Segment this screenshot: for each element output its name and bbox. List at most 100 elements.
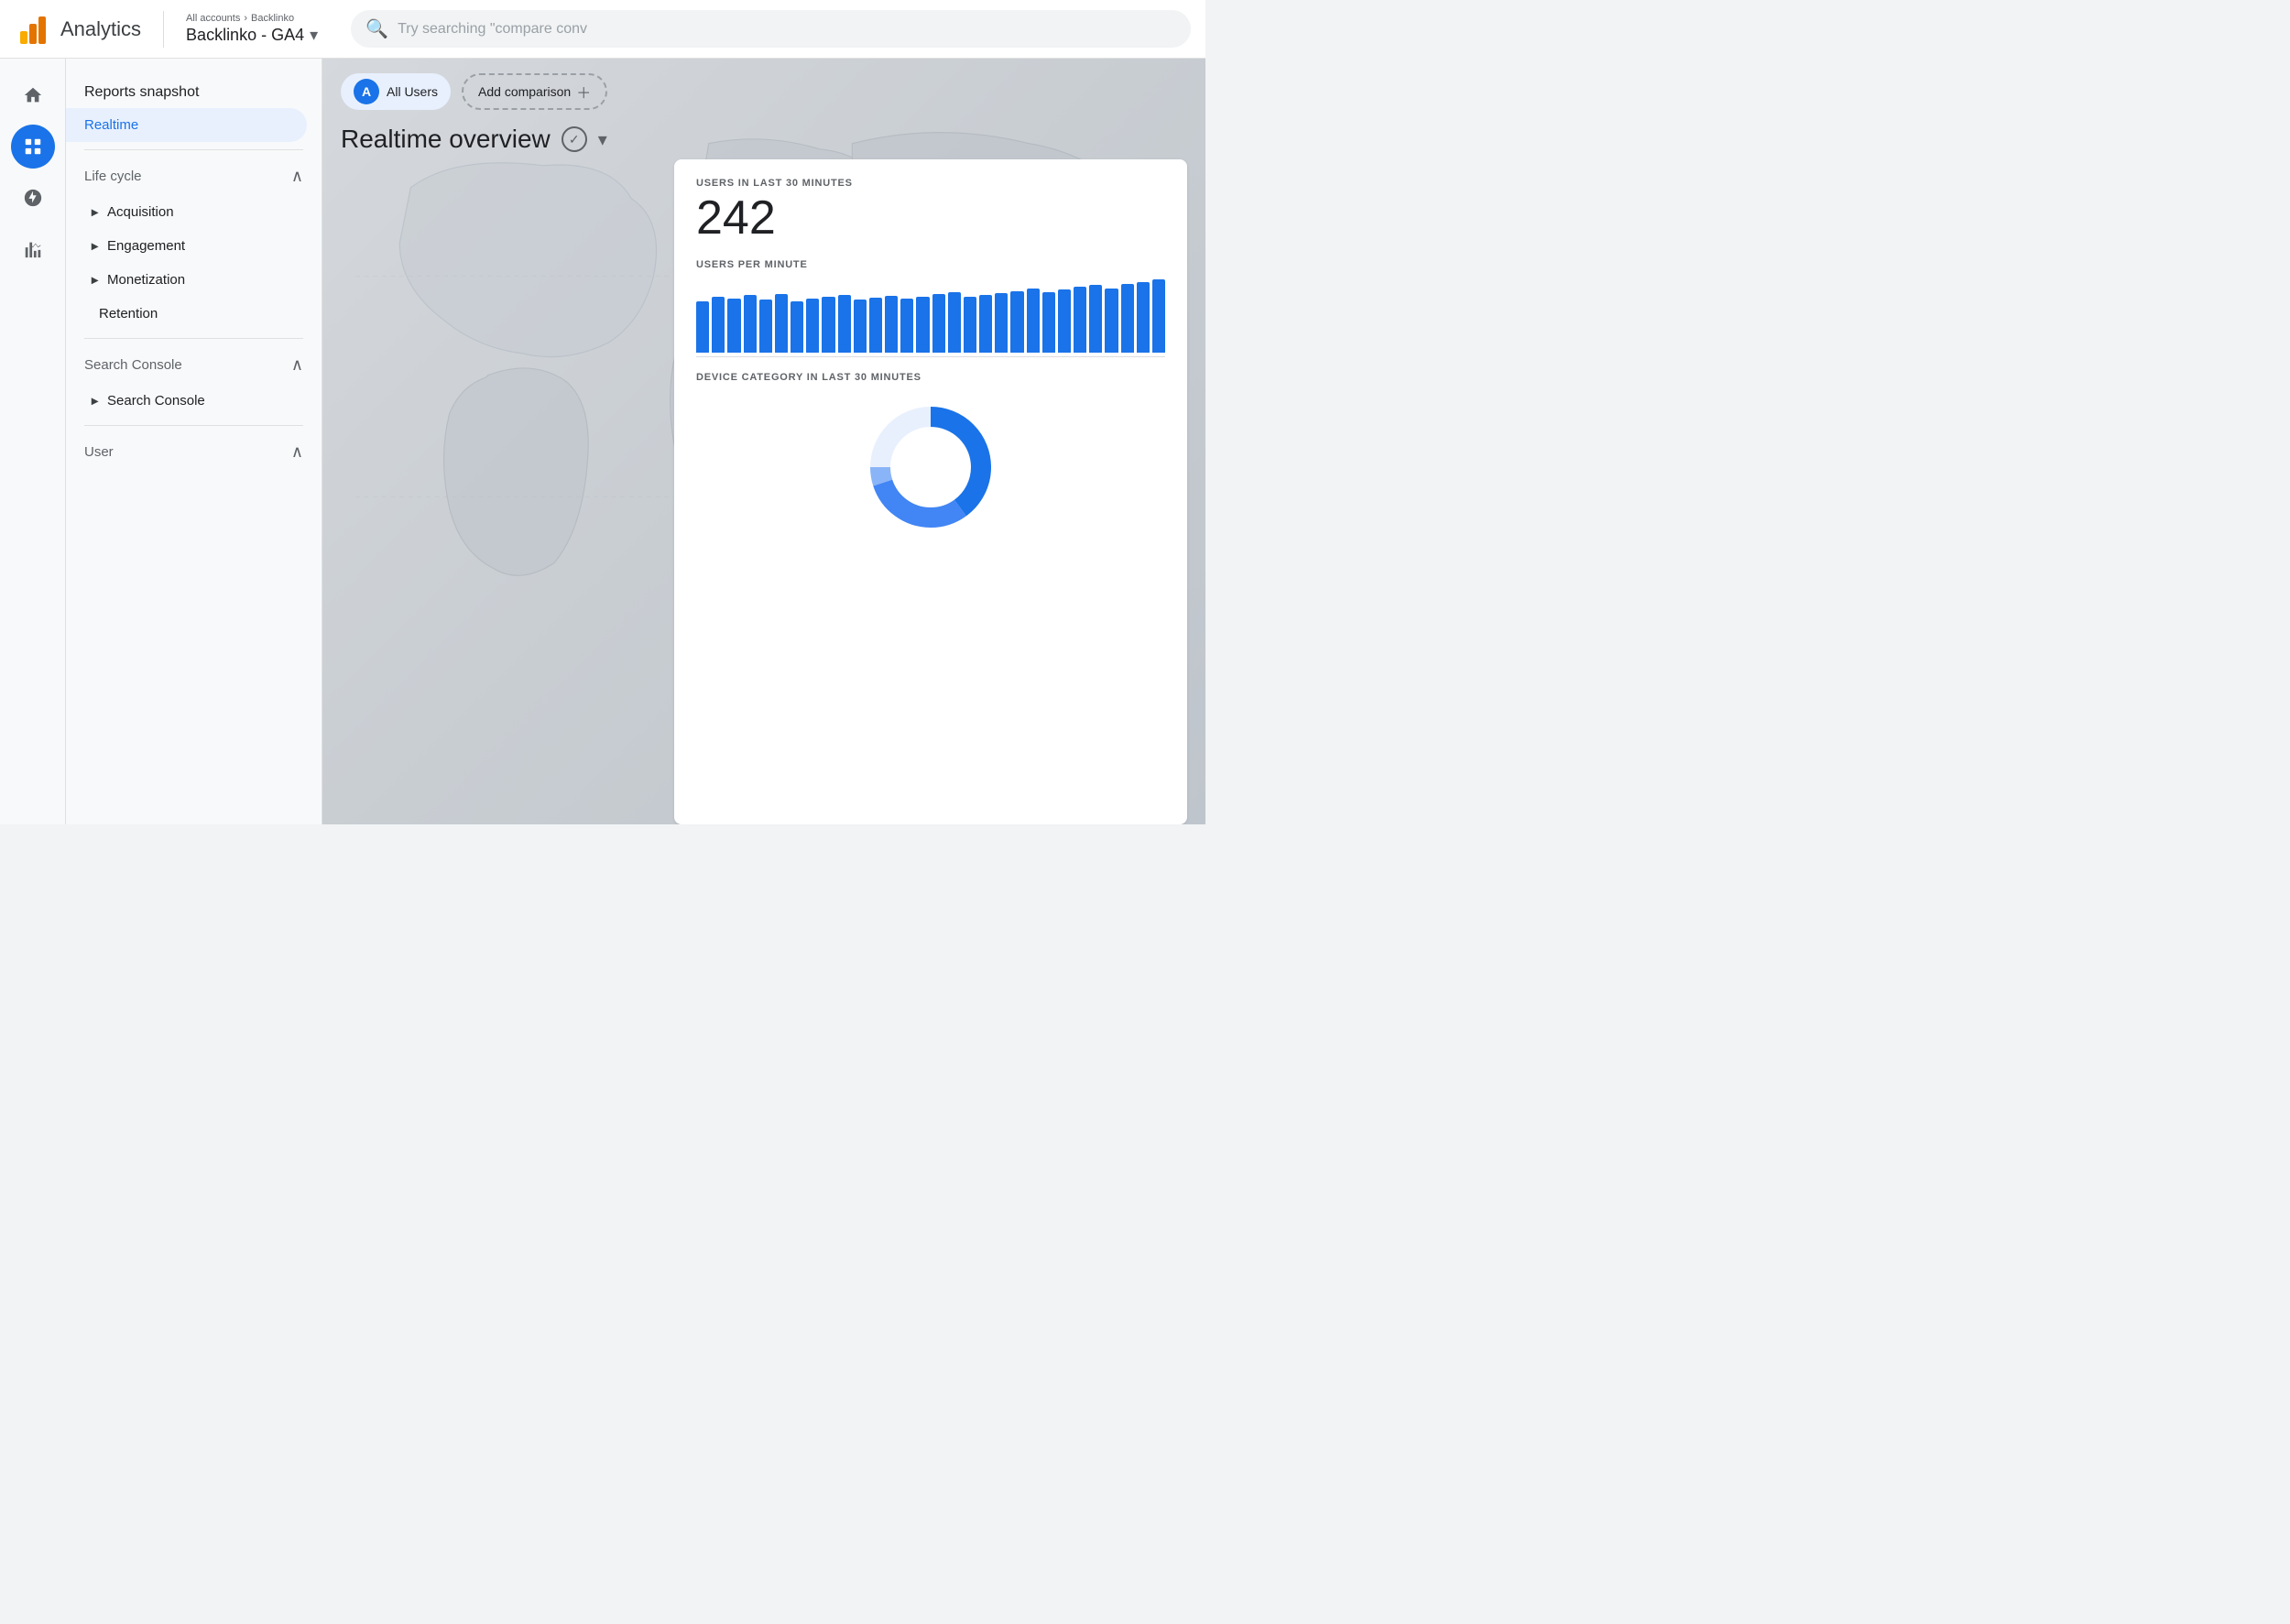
chart-bar [900, 299, 913, 353]
sidebar-item-retention[interactable]: Retention [66, 297, 322, 331]
sidebar-lifecycle-header[interactable]: Life cycle ∧ [66, 158, 322, 195]
user-chevron-icon: ∧ [291, 442, 303, 462]
donut-svg [857, 394, 1004, 540]
sidebar-item-acquisition[interactable]: ▸ Acquisition [66, 195, 322, 229]
sidebar-divider-2 [84, 338, 303, 339]
device-donut-chart [696, 394, 1165, 540]
chart-bar [1137, 282, 1150, 353]
chart-bar [1089, 285, 1102, 353]
chart-bar [775, 294, 788, 354]
sidebar-item-search-console[interactable]: ▸ Search Console [66, 384, 322, 418]
device-category-label: DEVICE CATEGORY IN LAST 30 MINUTES [696, 372, 1165, 383]
users-per-minute-chart [696, 279, 1165, 353]
all-users-text: All Users [387, 84, 438, 99]
chart-bar [759, 300, 772, 353]
search-placeholder-text: Try searching "compare conv [398, 21, 587, 38]
chart-bar [1105, 289, 1118, 353]
realtime-overview-title: Realtime overview [341, 125, 551, 154]
chart-bar [727, 299, 740, 353]
add-comparison-label: Add comparison [478, 84, 571, 99]
sidebar-acquisition-label: Acquisition [107, 204, 174, 220]
realtime-dropdown-icon[interactable]: ▾ [598, 128, 607, 151]
search-console-chevron-icon: ∧ [291, 355, 303, 375]
lifecycle-chevron-icon: ∧ [291, 167, 303, 186]
chart-bar [822, 297, 834, 354]
search-icon: 🔍 [365, 17, 388, 40]
nav-advertising-icon[interactable] [11, 227, 55, 271]
users-per-minute-label: USERS PER MINUTE [696, 259, 1165, 270]
icon-nav [0, 59, 66, 824]
sidebar-search-console-group-label: Search Console [84, 357, 182, 373]
chart-bar [869, 298, 882, 354]
acquisition-bullet-icon: ▸ [92, 204, 98, 220]
sidebar-retention-label: Retention [92, 306, 158, 322]
nav-explore-icon[interactable] [11, 176, 55, 220]
chart-bar [979, 295, 992, 354]
users-30min-label: USERS IN LAST 30 MINUTES [696, 178, 1165, 189]
chart-bar [995, 293, 1008, 354]
sidebar-user-group: User ∧ [66, 433, 322, 471]
sidebar-monetization-label: Monetization [107, 272, 185, 288]
chart-bar [1042, 292, 1055, 354]
sidebar-user-label: User [84, 444, 114, 460]
chart-bar [712, 297, 725, 354]
app-title: Analytics [60, 17, 141, 41]
chart-bar [916, 297, 929, 354]
chart-bar [885, 296, 898, 354]
users-30min-value: 242 [696, 192, 1165, 245]
all-users-badge[interactable]: A All Users [341, 73, 451, 110]
sidebar-lifecycle-label: Life cycle [84, 169, 142, 184]
chart-bar [854, 300, 867, 353]
sidebar-engagement-label: Engagement [107, 238, 185, 254]
sidebar-divider-3 [84, 425, 303, 426]
content-overlay: A All Users Add comparison ＋ Realtime ov… [322, 59, 1205, 824]
stats-card: USERS IN LAST 30 MINUTES 242 USERS PER M… [674, 159, 1187, 824]
add-comparison-button[interactable]: Add comparison ＋ [462, 73, 607, 110]
realtime-title-row: Realtime overview ✓ ▾ [341, 125, 1187, 154]
nav-home-icon[interactable] [11, 73, 55, 117]
top-header: Analytics All accounts › Backlinko Backl… [0, 0, 1205, 59]
monetization-bullet-icon: ▸ [92, 272, 98, 288]
account-dropdown-icon: ▾ [310, 26, 318, 45]
sidebar-search-console-header[interactable]: Search Console ∧ [66, 346, 322, 384]
sidebar-item-monetization[interactable]: ▸ Monetization [66, 263, 322, 297]
nav-reports-icon[interactable] [11, 125, 55, 169]
chart-bar [932, 294, 945, 354]
header-divider [163, 11, 164, 48]
chart-bar [838, 295, 851, 354]
sidebar-search-console-label: Search Console [107, 393, 205, 409]
sidebar-search-console-group: Search Console ∧ ▸ Search Console [66, 346, 322, 418]
search-console-bullet-icon: ▸ [92, 393, 98, 409]
chart-bar [1074, 287, 1086, 353]
sidebar-item-engagement[interactable]: ▸ Engagement [66, 229, 322, 263]
engagement-bullet-icon: ▸ [92, 238, 98, 254]
breadcrumb-area: All accounts › Backlinko Backlinko - GA4… [186, 13, 318, 45]
sidebar-reports-snapshot-title[interactable]: Reports snapshot [66, 73, 322, 108]
breadcrumb-top: All accounts › Backlinko [186, 13, 318, 24]
check-circle-icon: ✓ [562, 126, 587, 152]
search-area[interactable]: 🔍 Try searching "compare conv [351, 10, 1191, 48]
sidebar-item-realtime[interactable]: Realtime [66, 108, 307, 142]
chart-bar [696, 301, 709, 353]
breadcrumb-site: Backlinko [251, 13, 294, 24]
chart-bar [1027, 289, 1040, 353]
chart-baseline [696, 356, 1165, 357]
analytics-logo-icon [15, 11, 51, 48]
sidebar-user-header[interactable]: User ∧ [66, 433, 322, 471]
account-name: Backlinko - GA4 [186, 26, 304, 45]
sidebar-divider-1 [84, 149, 303, 150]
chart-bar [791, 301, 803, 353]
chart-bar [948, 292, 961, 354]
sidebar-realtime-label: Realtime [84, 117, 138, 133]
logo-area: Analytics [15, 11, 141, 48]
main-layout: Reports snapshot Realtime Life cycle ∧ ▸… [0, 59, 1205, 824]
breadcrumb-prefix: All accounts [186, 13, 240, 24]
account-selector[interactable]: Backlinko - GA4 ▾ [186, 26, 318, 45]
all-users-avatar: A [354, 79, 379, 104]
chart-bar [744, 295, 757, 354]
content-top-bar: A All Users Add comparison ＋ [341, 73, 1187, 110]
content-area: A All Users Add comparison ＋ Realtime ov… [322, 59, 1205, 824]
chart-bar [1121, 284, 1134, 353]
add-icon: ＋ [576, 81, 591, 103]
chart-bar [1152, 279, 1165, 353]
